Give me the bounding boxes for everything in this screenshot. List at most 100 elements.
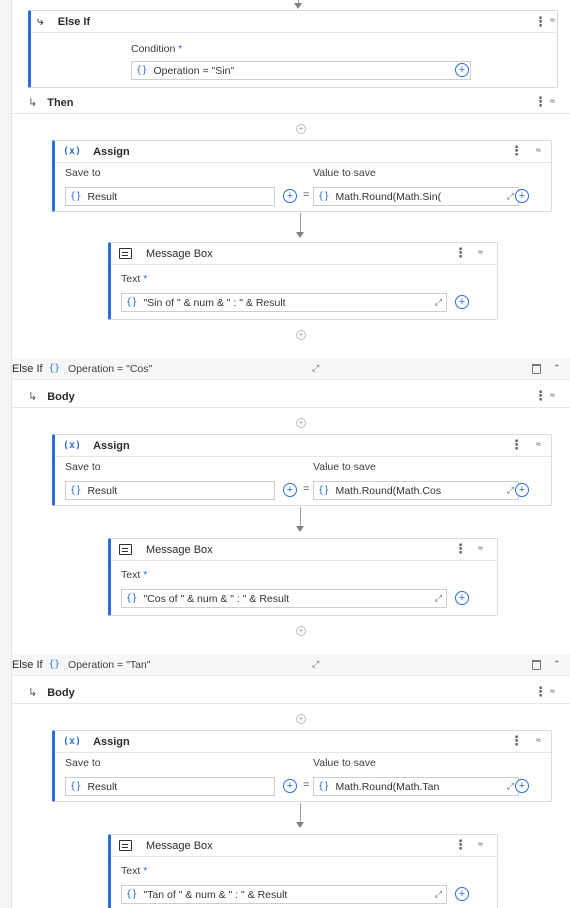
message-text-input[interactable]: {} "Cos of " & num & " : " & Result ⤢ <box>121 589 447 608</box>
else-if-sin-card[interactable]: ⤷ Else If Condition * {} Operation = "Si… <box>28 10 558 88</box>
value-to-save-label: Value to save <box>313 167 376 179</box>
expand-editor-icon[interactable]: ⤢ <box>435 297 442 308</box>
else-if-branch-icon: ⤷ <box>37 14 44 28</box>
else-if-collapse-icon[interactable]: ⌃ <box>553 659 561 670</box>
message-text-input[interactable]: {} "Tan of " & num & " : " & Result ⤢ <box>121 885 447 904</box>
message-collapse-icon[interactable]: ≈ <box>478 839 483 849</box>
assign-icon: (x) <box>63 146 82 157</box>
value-to-save-input[interactable]: {} Math.Round(Math.Sin( ⤢ <box>313 187 519 206</box>
insert-activity-icon[interactable]: + <box>296 418 306 428</box>
assign-more-options-icon[interactable]: ⋮ <box>510 733 523 749</box>
braces-icon: {} <box>136 65 148 76</box>
insert-activity-icon[interactable]: + <box>296 626 306 636</box>
message-more-options-icon[interactable]: ⋮ <box>454 541 467 557</box>
insert-activity-icon[interactable]: + <box>296 330 306 340</box>
connector-arrow-icon <box>294 3 302 9</box>
message-box-card[interactable]: Message Box Text * {} "Cos of " & num & … <box>108 538 498 616</box>
braces-icon: {} <box>48 363 61 374</box>
assign-icon: (x) <box>63 736 82 747</box>
connector-line <box>300 213 301 233</box>
braces-icon: {} <box>70 485 82 496</box>
add-save-to-button[interactable]: + <box>283 189 297 203</box>
assign-more-options-icon[interactable]: ⋮ <box>510 143 523 159</box>
expand-editor-icon[interactable]: ⤢ <box>435 593 442 604</box>
add-value-button[interactable]: + <box>515 483 529 497</box>
expand-editor-icon[interactable]: ⤢ <box>507 485 514 496</box>
assign-collapse-icon[interactable]: ≈ <box>536 735 541 745</box>
condition-input[interactable]: {} Operation = "Sin" ⤢ <box>131 61 471 80</box>
message-box-icon <box>119 248 132 259</box>
text-label: Text * <box>121 273 148 285</box>
message-more-options-icon[interactable]: ⋮ <box>454 837 467 853</box>
insert-activity-icon[interactable]: + <box>296 714 306 724</box>
body-more-options-icon[interactable]: ⋮ <box>534 684 547 700</box>
save-to-input[interactable]: {} Result <box>65 777 275 796</box>
else-if-cos-header[interactable]: Else If {} Operation = "Cos" ⤢ <box>12 358 570 380</box>
assign-card[interactable]: (x) Assign Save to Value to save {} Resu… <box>52 730 552 802</box>
assign-card[interactable]: (x) Assign Save to Value to save {} Resu… <box>52 434 552 506</box>
message-collapse-icon[interactable]: ≈ <box>478 543 483 553</box>
delete-icon[interactable] <box>532 660 541 670</box>
value-to-save-label: Value to save <box>313 461 376 473</box>
body-collapse-icon[interactable]: ≈ <box>550 390 555 400</box>
add-text-button[interactable]: + <box>455 887 469 901</box>
else-if-title: Else If <box>57 15 91 28</box>
branch-arrow-icon: ↳ <box>28 391 38 403</box>
insert-activity-icon[interactable]: + <box>296 124 306 134</box>
expand-editor-icon[interactable]: ⤢ <box>507 781 514 792</box>
assign-card[interactable]: (x) Assign Save to Value to save {} Resu… <box>52 140 552 212</box>
message-box-card[interactable]: Message Box Text * {} "Tan of " & num & … <box>108 834 498 908</box>
braces-icon: {} <box>126 297 138 308</box>
braces-icon: {} <box>318 191 330 202</box>
body-header[interactable]: ↳ Body <box>12 682 570 704</box>
else-if-tan-header[interactable]: Else If {} Operation = "Tan" ⤢ <box>12 654 570 676</box>
expand-editor-icon[interactable]: ⤢ <box>507 191 514 202</box>
braces-icon: {} <box>318 781 330 792</box>
save-to-label: Save to <box>65 461 101 473</box>
expand-editor-icon[interactable]: ⤢ <box>312 659 319 670</box>
then-more-options-icon[interactable]: ⋮ <box>534 94 547 110</box>
braces-icon: {} <box>126 593 138 604</box>
add-value-button[interactable]: + <box>515 779 529 793</box>
body-header[interactable]: ↳ Body <box>12 386 570 408</box>
else-if-collapse-icon[interactable]: ⌃ <box>553 363 561 374</box>
value-to-save-input[interactable]: {} Math.Round(Math.Cos ⤢ <box>313 481 519 500</box>
value-to-save-input[interactable]: {} Math.Round(Math.Tan ⤢ <box>313 777 519 796</box>
connector-arrow-icon <box>296 822 304 828</box>
then-header[interactable]: ↳ Then <box>12 92 570 114</box>
message-text-input[interactable]: {} "Sin of " & num & " : " & Result ⤢ <box>121 293 447 312</box>
connector-line <box>300 803 301 823</box>
add-save-to-button[interactable]: + <box>283 483 297 497</box>
add-text-button[interactable]: + <box>455 591 469 605</box>
equals-sign: = <box>303 483 310 495</box>
delete-icon[interactable] <box>532 364 541 374</box>
save-to-input[interactable]: {} Result <box>65 187 275 206</box>
save-to-label: Save to <box>65 757 101 769</box>
braces-icon: {} <box>48 659 61 670</box>
condition-label: Condition * <box>131 43 183 55</box>
save-to-input[interactable]: {} Result <box>65 481 275 500</box>
braces-icon: {} <box>126 889 138 900</box>
message-collapse-icon[interactable]: ≈ <box>478 247 483 257</box>
add-save-to-button[interactable]: + <box>283 779 297 793</box>
assign-collapse-icon[interactable]: ≈ <box>536 145 541 155</box>
body-more-options-icon[interactable]: ⋮ <box>534 388 547 404</box>
add-text-button[interactable]: + <box>455 295 469 309</box>
more-options-icon[interactable]: ⋮ <box>534 14 547 30</box>
add-value-button[interactable]: + <box>515 189 529 203</box>
expand-editor-icon[interactable]: ⤢ <box>312 363 319 374</box>
body-collapse-icon[interactable]: ≈ <box>550 686 555 696</box>
braces-icon: {} <box>70 191 82 202</box>
collapse-icon[interactable]: ≈ <box>550 15 555 25</box>
message-more-options-icon[interactable]: ⋮ <box>454 245 467 261</box>
braces-icon: {} <box>70 781 82 792</box>
message-box-card[interactable]: Message Box Text * {} "Sin of " & num & … <box>108 242 498 320</box>
then-collapse-icon[interactable]: ≈ <box>550 96 555 106</box>
add-condition-button[interactable]: + <box>455 63 469 77</box>
text-label: Text * <box>121 865 148 877</box>
assign-icon: (x) <box>63 440 82 451</box>
equals-sign: = <box>303 189 310 201</box>
expand-editor-icon[interactable]: ⤢ <box>435 889 442 900</box>
assign-more-options-icon[interactable]: ⋮ <box>510 437 523 453</box>
assign-collapse-icon[interactable]: ≈ <box>536 439 541 449</box>
